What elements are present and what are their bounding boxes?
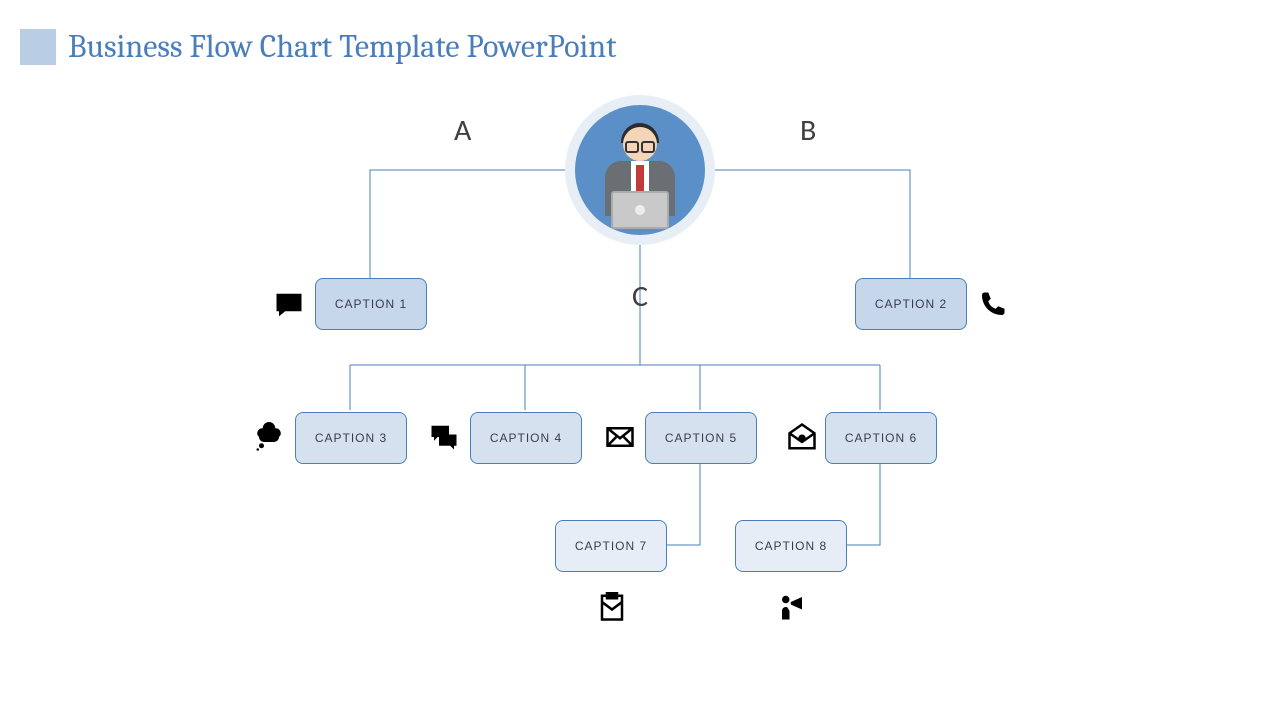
megaphone-person-icon xyxy=(775,590,809,624)
envelope-icon xyxy=(603,420,637,454)
branch-label-a: A xyxy=(454,112,471,149)
businessman-icon xyxy=(575,105,705,235)
root-avatar xyxy=(565,95,715,245)
caption-box-2: CAPTION 2 xyxy=(855,278,967,330)
caption-box-1: CAPTION 1 xyxy=(315,278,427,330)
phone-icon xyxy=(975,288,1009,322)
branch-label-b: B xyxy=(800,112,816,149)
branch-label-c: C xyxy=(632,278,648,315)
thought-bubble-icon xyxy=(252,420,286,454)
caption-box-4: CAPTION 4 xyxy=(470,412,582,464)
caption-box-8: CAPTION 8 xyxy=(735,520,847,572)
caption-box-6: CAPTION 6 xyxy=(825,412,937,464)
clipboard-mail-icon xyxy=(595,590,629,624)
caption-box-3: CAPTION 3 xyxy=(295,412,407,464)
open-envelope-icon xyxy=(785,420,819,454)
chat-bubbles-icon xyxy=(427,420,461,454)
caption-box-7: CAPTION 7 xyxy=(555,520,667,572)
speech-bubble-icon xyxy=(272,288,306,322)
caption-box-5: CAPTION 5 xyxy=(645,412,757,464)
